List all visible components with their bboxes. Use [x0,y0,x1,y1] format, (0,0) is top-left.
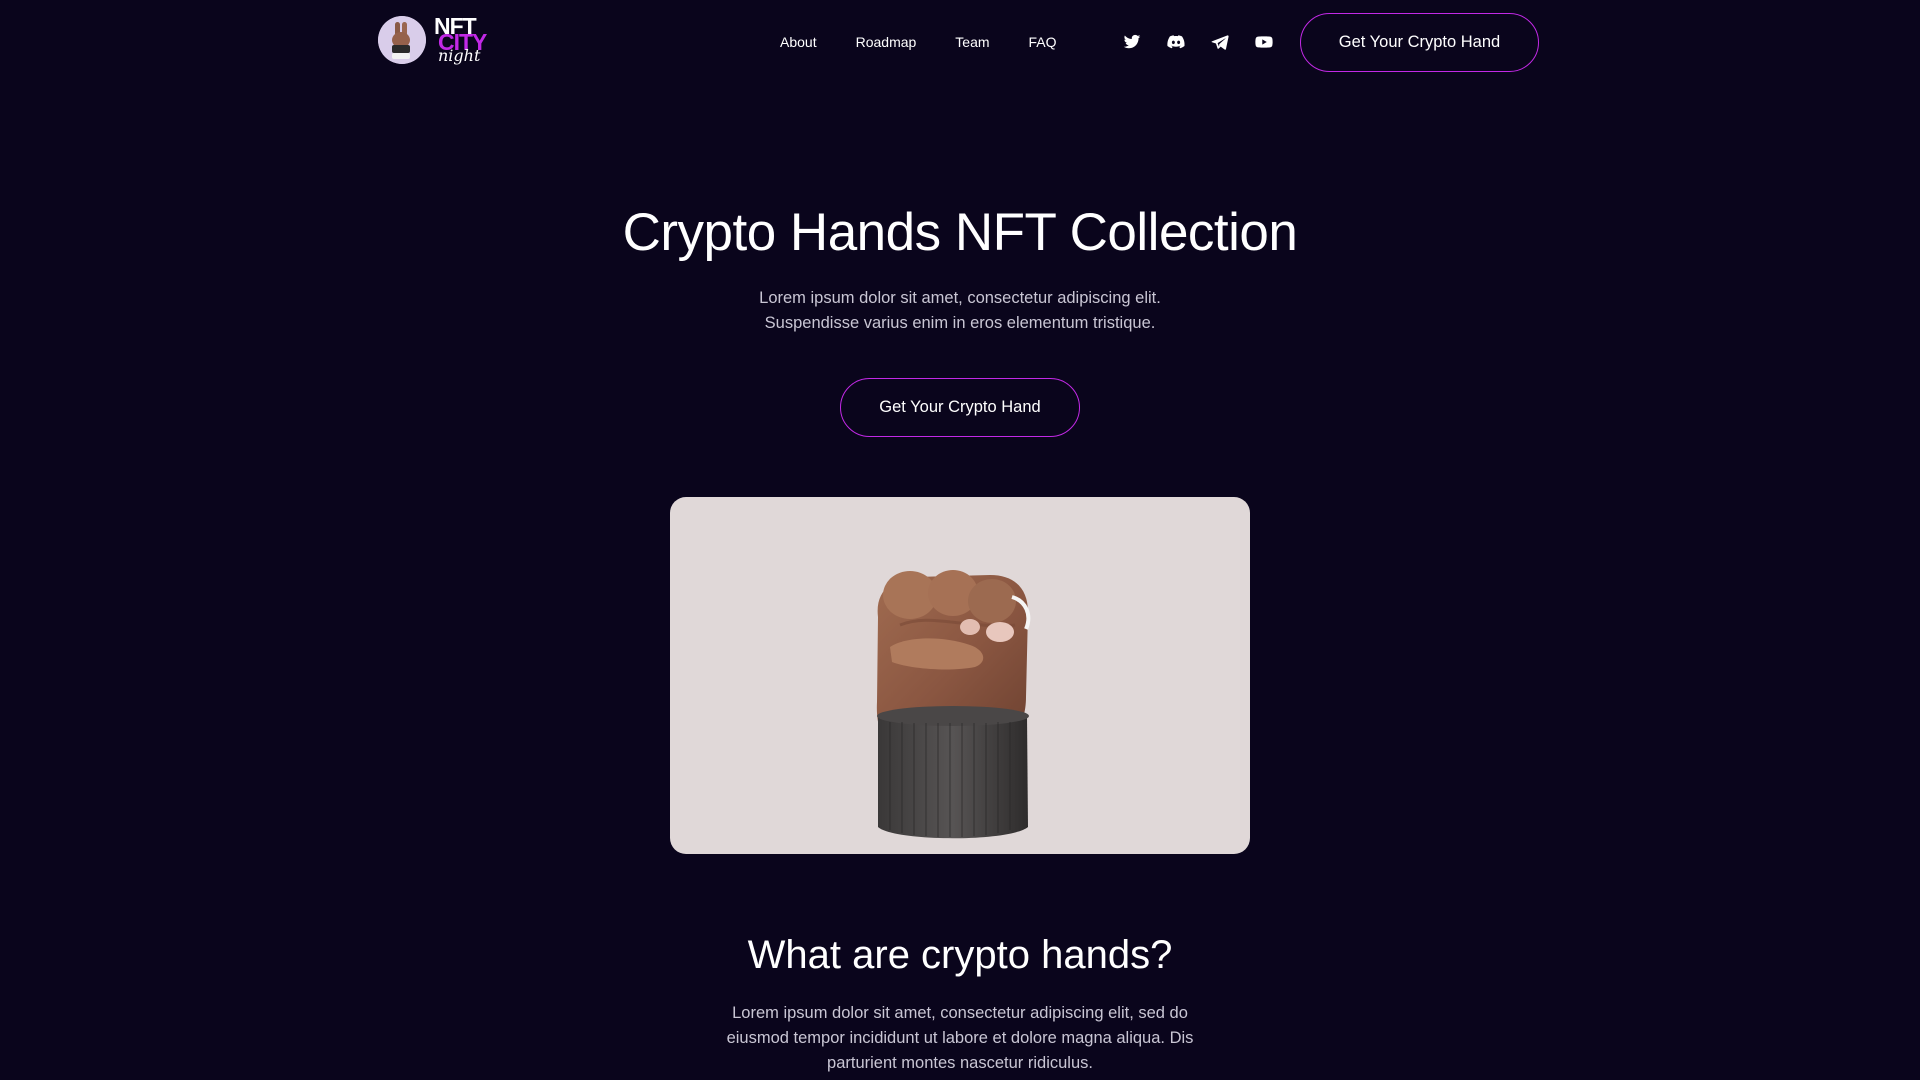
about-title: What are crypto hands? [747,933,1173,977]
hero-title: Crypto Hands NFT Collection [622,203,1298,262]
nav-link-team[interactable]: Team [955,30,989,54]
hero-subtitle-line1: Lorem ipsum dolor sit amet, consectetur … [759,289,1161,307]
twitter-icon[interactable] [1120,30,1144,54]
navbar: NFT CITY night About Roadmap Team FAQ Ge… [0,0,1920,86]
hero-subtitle-line2: Suspendisse varius enim in eros elementu… [764,314,1156,332]
about-text: Lorem ipsum dolor sit amet, consectetur … [726,1004,1194,1072]
logo-line-night: night [438,46,481,65]
logo-hand-icon [378,16,426,64]
nav-get-hand-button[interactable]: Get Your Crypto Hand [1300,13,1539,72]
logo-wordmark: NFT CITY night [434,14,498,70]
hero-subtitle: Lorem ipsum dolor sit amet, consectetur … [660,286,1260,336]
discord-icon[interactable] [1164,30,1188,54]
social-links [1120,30,1276,54]
youtube-icon[interactable] [1252,30,1276,54]
nav-link-roadmap[interactable]: Roadmap [856,30,917,54]
raised-fist-hand-image [876,570,1031,839]
telegram-icon[interactable] [1208,30,1232,54]
hero-get-hand-button[interactable]: Get Your Crypto Hand [840,378,1080,437]
nav-link-about[interactable]: About [780,30,817,54]
page: NFT CITY night About Roadmap Team FAQ Ge… [0,0,1920,1080]
logo[interactable]: NFT CITY night [378,14,498,70]
nav-link-faq[interactable]: FAQ [1029,30,1057,54]
nav-menu: About Roadmap Team FAQ [780,30,1057,54]
hero-image-card [670,497,1250,854]
